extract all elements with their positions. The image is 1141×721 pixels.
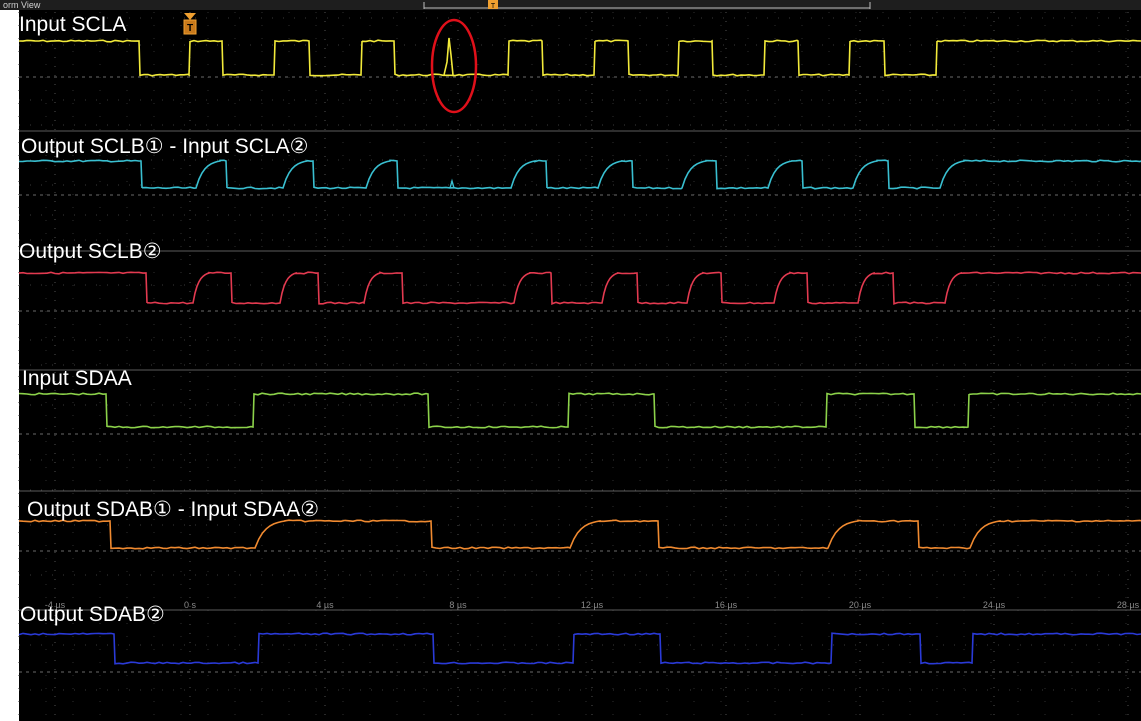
channel-label-scla: Input SCLA <box>19 13 126 36</box>
plot-background <box>19 0 1141 721</box>
time-tick-label: 0 s <box>184 600 197 610</box>
channel-label-sclb2: Output SCLB② <box>19 240 162 263</box>
overview-trigger-letter: T <box>491 3 496 10</box>
channel-label-sdab1: Output SDAB① - Input SDAA② <box>27 498 319 521</box>
window-title: orm View <box>3 0 41 10</box>
trigger-letter: T <box>187 23 193 34</box>
left-margin <box>0 0 19 721</box>
time-tick-label: 8 µs <box>449 600 467 610</box>
channel-label-sclb1: Output SCLB① - Input SCLA② <box>21 135 308 158</box>
oscilloscope-waveform-view: orm View T -4 µs 0 s4 µs 8 µs 12 µs 16 µs 20 … <box>0 0 1141 721</box>
channel-label-sdaa: Input SDAA <box>22 367 132 390</box>
time-tick-label: 4 µs <box>316 600 334 610</box>
channel-label-sdab2: Output SDAB② <box>20 603 165 626</box>
time-tick-label: 24 µs <box>983 600 1006 610</box>
time-tick-label: 16 µs <box>715 600 738 610</box>
time-tick-label: 28 µs <box>1117 600 1140 610</box>
time-tick-label: 12 µs <box>581 600 604 610</box>
time-tick-label: 20 µs <box>849 600 872 610</box>
